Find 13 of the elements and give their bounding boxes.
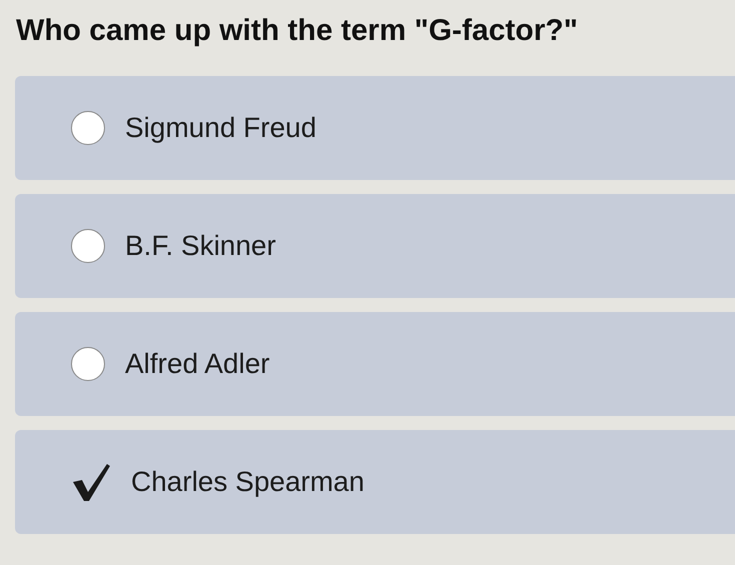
checkmark-icon[interactable] <box>71 462 111 502</box>
option-label: Sigmund Freud <box>125 112 316 144</box>
radio-button[interactable] <box>71 111 105 145</box>
answer-option[interactable]: Charles Spearman <box>15 430 735 534</box>
answer-option[interactable]: Alfred Adler <box>15 312 735 416</box>
radio-button[interactable] <box>71 229 105 263</box>
answer-option[interactable]: Sigmund Freud <box>15 76 735 180</box>
option-label: Charles Spearman <box>131 466 364 498</box>
radio-button[interactable] <box>71 347 105 381</box>
option-label: B.F. Skinner <box>125 230 276 262</box>
answer-option[interactable]: B.F. Skinner <box>15 194 735 298</box>
option-label: Alfred Adler <box>125 348 270 380</box>
question-text: Who came up with the term "G-factor?" <box>15 13 579 49</box>
